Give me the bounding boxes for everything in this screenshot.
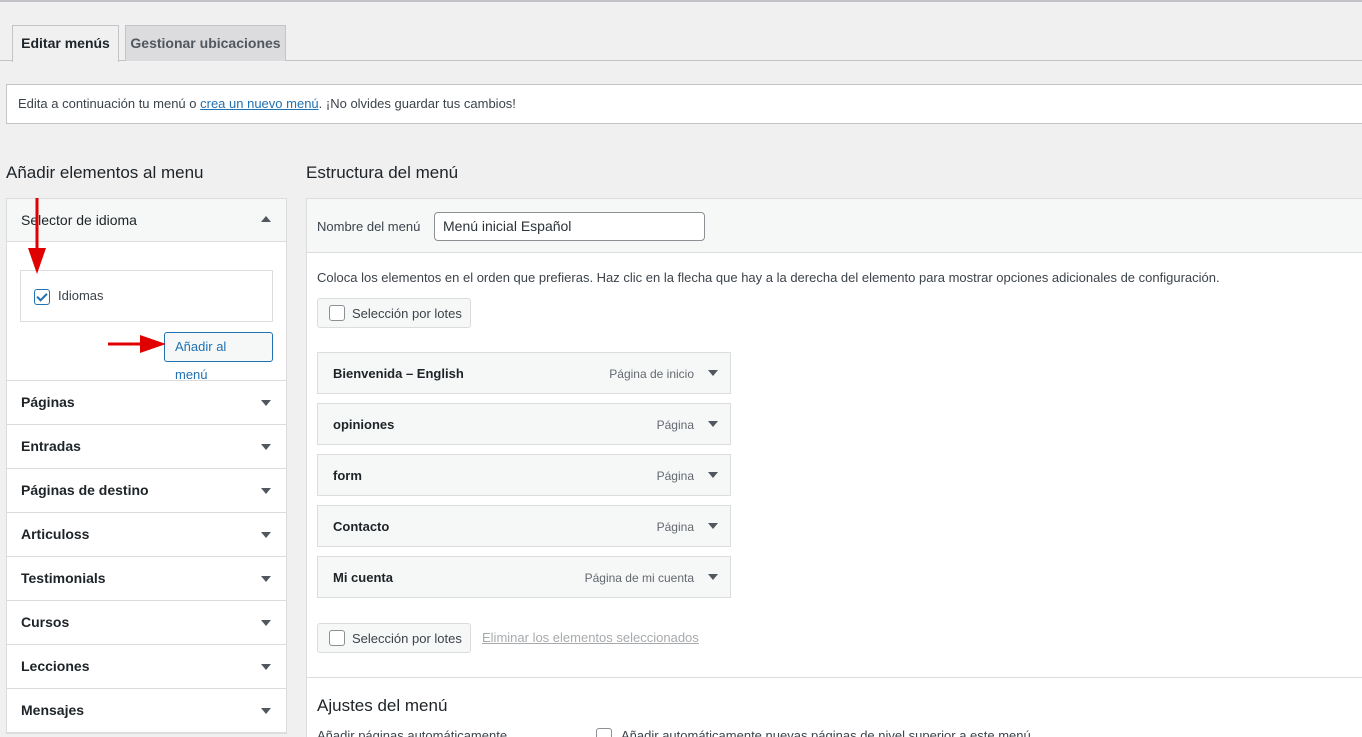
accordion-section-messages: Mensajes	[7, 689, 286, 733]
settings-divider	[307, 677, 1362, 678]
add-items-title: Añadir elementos al menu	[6, 163, 204, 182]
menu-item-type: Página	[656, 418, 694, 432]
tab-edit-menus[interactable]: Editar menús	[12, 25, 119, 62]
menu-name-header: Nombre del menú Menú inicial Español	[307, 199, 1362, 253]
menu-item-type: Página	[656, 520, 694, 534]
menu-item[interactable]: Contacto Página	[317, 505, 731, 547]
accordion-header-label: Testimonials	[21, 570, 106, 586]
create-new-menu-link[interactable]: crea un nuevo menú	[200, 96, 319, 111]
accordion-section-testimonials: Testimonials	[7, 557, 286, 601]
accordion-header-language[interactable]: Selector de idioma	[7, 199, 286, 242]
add-to-menu-button[interactable]: Añadir al menú	[164, 332, 273, 382]
menu-item-type: Página de inicio	[609, 367, 694, 381]
accordion-header-messages[interactable]: Mensajes	[7, 689, 286, 732]
caret-down-icon[interactable]	[708, 370, 718, 376]
chevron-down-icon	[261, 488, 271, 494]
chevron-down-icon	[261, 532, 271, 538]
annotation-arrow-down-icon	[28, 198, 46, 274]
accordion-header-label: Páginas	[21, 394, 75, 410]
accordion-header-lessons[interactable]: Lecciones	[7, 645, 286, 688]
menu-item-title: opiniones	[333, 417, 395, 432]
caret-down-icon[interactable]	[708, 523, 718, 529]
add-items-accordion: Selector de idioma Idiomas Añadir al men…	[6, 198, 287, 734]
accordion-header-posts[interactable]: Entradas	[7, 425, 286, 468]
accordion-section-posts: Entradas	[7, 425, 286, 469]
accordion-section-articles: Articuloss	[7, 513, 286, 557]
accordion-header-courses[interactable]: Cursos	[7, 601, 286, 644]
menu-management-panel: Nombre del menú Menú inicial Español Col…	[306, 198, 1362, 737]
accordion-section-pages: Páginas	[7, 381, 286, 425]
accordion-header-label: Mensajes	[21, 702, 85, 718]
accordion-header-articles[interactable]: Articuloss	[7, 513, 286, 556]
language-checklist: Idiomas	[20, 270, 273, 322]
chevron-down-icon	[261, 664, 271, 670]
caret-down-icon[interactable]	[708, 472, 718, 478]
notice-suffix: . ¡No olvides guardar tus cambios!	[318, 96, 516, 111]
bulk-select-checkbox[interactable]	[329, 305, 345, 321]
menu-name-input[interactable]: Menú inicial Español	[434, 212, 705, 241]
accordion-section-landing-pages: Páginas de destino	[7, 469, 286, 513]
menu-instructions: Coloca los elementos en el orden que pre…	[317, 270, 1220, 285]
bulk-select-top-button[interactable]: Selección por lotes	[317, 298, 471, 328]
auto-add-pages-checkbox[interactable]	[596, 728, 612, 737]
languages-checkbox[interactable]	[34, 289, 50, 305]
menu-item-type: Página de mi cuenta	[584, 571, 694, 585]
auto-add-pages-label: Añadir páginas automáticamente	[317, 728, 508, 737]
accordion-header-label: Cursos	[21, 614, 70, 630]
accordion-header-landing-pages[interactable]: Páginas de destino	[7, 469, 286, 512]
chevron-down-icon	[261, 576, 271, 582]
tab-manage-locations[interactable]: Gestionar ubicaciones	[125, 25, 286, 61]
accordion-section-lessons: Lecciones	[7, 645, 286, 689]
accordion-section-courses: Cursos	[7, 601, 286, 645]
accordion-header-label: Articuloss	[21, 526, 90, 542]
chevron-down-icon	[261, 620, 271, 626]
chevron-down-icon	[261, 708, 271, 714]
languages-checkbox-label: Idiomas	[58, 288, 104, 303]
chevron-down-icon	[261, 400, 271, 406]
chevron-down-icon	[261, 444, 271, 450]
accordion-body-language: Idiomas Añadir al menú	[7, 242, 286, 382]
menu-item[interactable]: Bienvenida – English Página de inicio	[317, 352, 731, 394]
accordion-header-label: Entradas	[21, 438, 81, 454]
menu-item-title: Mi cuenta	[333, 570, 393, 585]
menu-item[interactable]: opiniones Página	[317, 403, 731, 445]
menu-structure-title: Estructura del menú	[306, 163, 459, 182]
menu-item-type: Página	[656, 469, 694, 483]
notice-prefix: Edita a continuación tu menú o	[18, 96, 201, 111]
accordion-header-pages[interactable]: Páginas	[7, 381, 286, 424]
menu-item-title: form	[333, 468, 362, 483]
menu-settings-title: Ajustes del menú	[317, 696, 448, 715]
accordion-header-label: Páginas de destino	[21, 482, 149, 498]
accordion-header-label: Lecciones	[21, 658, 90, 674]
bulk-select-checkbox[interactable]	[329, 630, 345, 646]
remove-selected-link[interactable]: Eliminar los elementos seleccionados	[482, 630, 699, 645]
menu-item[interactable]: Mi cuenta Página de mi cuenta	[317, 556, 731, 598]
bulk-select-label: Selección por lotes	[352, 306, 462, 321]
menu-item-title: Contacto	[333, 519, 390, 534]
edit-notice: Edita a continuación tu menú o crea un n…	[6, 84, 1362, 124]
auto-add-pages-checkbox-label: Añadir automáticamente nuevas páginas de…	[621, 728, 1031, 737]
bulk-select-label: Selección por lotes	[352, 631, 462, 646]
annotation-arrow-right-icon	[108, 335, 166, 353]
nav-tab-wrapper: Editar menús Gestionar ubicaciones	[0, 25, 1362, 62]
menu-name-label: Nombre del menú	[317, 219, 421, 234]
caret-down-icon[interactable]	[708, 421, 718, 427]
accordion-header-testimonials[interactable]: Testimonials	[7, 557, 286, 600]
caret-down-icon[interactable]	[708, 574, 718, 580]
menu-item-title: Bienvenida – English	[333, 366, 464, 381]
top-border	[0, 0, 1362, 2]
chevron-up-icon	[261, 216, 271, 222]
menu-item[interactable]: form Página	[317, 454, 731, 496]
bulk-select-bottom-button[interactable]: Selección por lotes	[317, 623, 471, 653]
